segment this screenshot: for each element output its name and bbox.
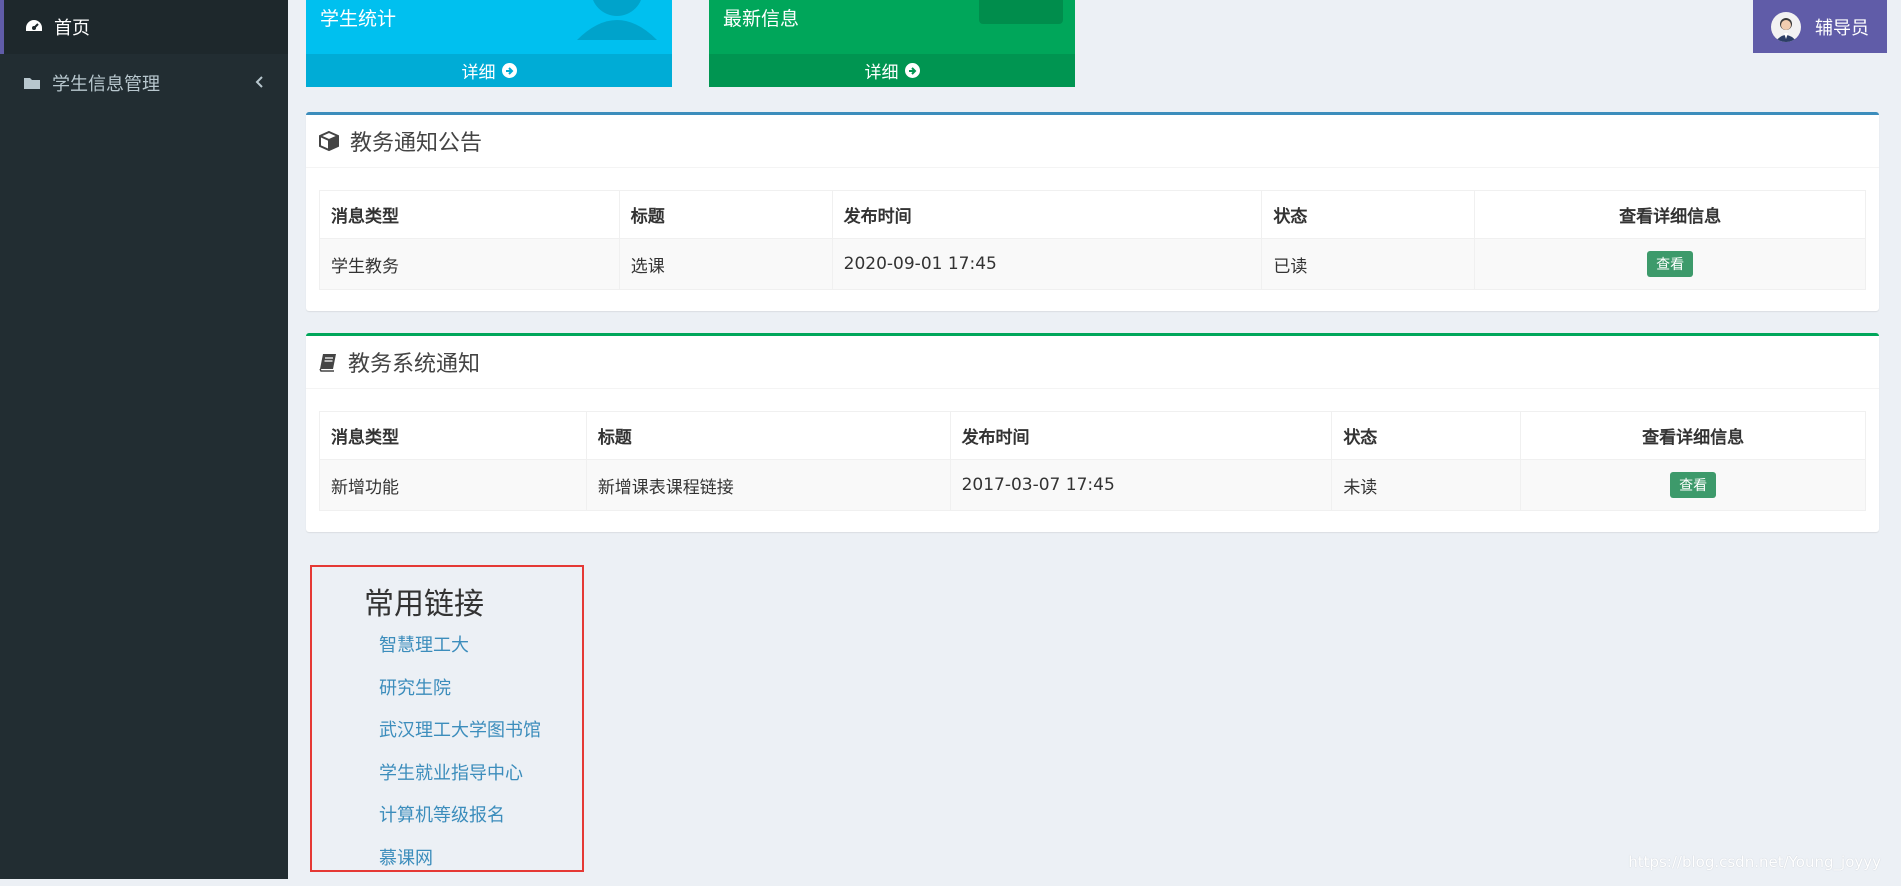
table-header-row: 消息类型 标题 发布时间 状态 查看详细信息 bbox=[320, 412, 1866, 460]
table-header-row: 消息类型 标题 发布时间 状态 查看详细信息 bbox=[320, 191, 1866, 239]
common-links: 常用链接 智慧理工大 研究生院 武汉理工大学图书馆 学生就业指导中心 计算机等级… bbox=[310, 565, 584, 872]
cell-status: 未读 bbox=[1332, 460, 1521, 511]
cell-action: 查看 bbox=[1521, 460, 1866, 511]
stat-box-students: 学生统计 详细 bbox=[306, 0, 672, 87]
user-name: 辅导员 bbox=[1815, 14, 1869, 40]
table-row: 学生教务 选课 2020-09-01 17:45 已读 查看 bbox=[320, 239, 1866, 290]
cell-title: 选课 bbox=[619, 239, 832, 290]
cell-type: 学生教务 bbox=[320, 239, 620, 290]
view-button[interactable]: 查看 bbox=[1647, 251, 1693, 277]
arrow-circle-right-icon bbox=[905, 63, 920, 78]
link-item[interactable]: 计算机等级报名 bbox=[379, 801, 541, 844]
cell-time: 2020-09-01 17:45 bbox=[832, 239, 1262, 290]
link-item[interactable]: 研究生院 bbox=[379, 674, 541, 717]
column-header: 消息类型 bbox=[320, 412, 587, 460]
system-panel: 教务系统通知 消息类型 标题 发布时间 状态 查看详细信息 新增功能 新增课表课… bbox=[306, 333, 1879, 532]
cube-icon bbox=[318, 130, 340, 152]
panel-title: 教务通知公告 bbox=[350, 125, 482, 157]
sidebar-item-label: 首页 bbox=[54, 14, 90, 40]
column-header: 消息类型 bbox=[320, 191, 620, 239]
panel-title: 教务系统通知 bbox=[348, 346, 480, 378]
stat-box-detail-link[interactable]: 详细 bbox=[306, 54, 672, 87]
stat-box-title: 最新信息 bbox=[723, 4, 799, 31]
link-item[interactable]: 慕课网 bbox=[379, 844, 541, 886]
sidebar-item-student-info[interactable]: 学生信息管理 bbox=[0, 56, 288, 110]
envelope-icon bbox=[969, 0, 1069, 30]
column-header: 状态 bbox=[1262, 191, 1475, 239]
column-header: 发布时间 bbox=[832, 191, 1262, 239]
dashboard-icon bbox=[22, 19, 46, 35]
column-header: 发布时间 bbox=[950, 412, 1332, 460]
cell-type: 新增功能 bbox=[320, 460, 587, 511]
folder-icon bbox=[20, 76, 44, 90]
stat-box-title: 学生统计 bbox=[320, 4, 396, 31]
user-icon bbox=[572, 0, 662, 44]
stat-box-latest: 最新信息 详细 bbox=[709, 0, 1075, 87]
book-icon bbox=[318, 352, 338, 372]
link-item[interactable]: 武汉理工大学图书馆 bbox=[379, 716, 541, 759]
column-header: 查看详细信息 bbox=[1475, 191, 1866, 239]
avatar bbox=[1771, 12, 1801, 42]
view-button[interactable]: 查看 bbox=[1670, 472, 1716, 498]
watermark: https://blog.csdn.net/Young_joyyy bbox=[1628, 853, 1881, 871]
column-header: 标题 bbox=[619, 191, 832, 239]
system-table: 消息类型 标题 发布时间 状态 查看详细信息 新增功能 新增课表课程链接 201… bbox=[319, 411, 1866, 511]
sidebar-item-home[interactable]: 首页 bbox=[0, 0, 288, 54]
user-menu[interactable]: 辅导员 bbox=[1753, 0, 1887, 53]
cell-status: 已读 bbox=[1262, 239, 1475, 290]
stat-box-detail-link[interactable]: 详细 bbox=[709, 54, 1075, 87]
link-item[interactable]: 学生就业指导中心 bbox=[379, 759, 541, 802]
arrow-circle-right-icon bbox=[502, 63, 517, 78]
table-row: 新增功能 新增课表课程链接 2017-03-07 17:45 未读 查看 bbox=[320, 460, 1866, 511]
notice-panel: 教务通知公告 消息类型 标题 发布时间 状态 查看详细信息 学生教务 选课 20… bbox=[306, 112, 1879, 311]
cell-time: 2017-03-07 17:45 bbox=[950, 460, 1332, 511]
notice-panel-header: 教务通知公告 bbox=[306, 115, 1879, 168]
notice-table: 消息类型 标题 发布时间 状态 查看详细信息 学生教务 选课 2020-09-0… bbox=[319, 190, 1866, 290]
column-header: 查看详细信息 bbox=[1521, 412, 1866, 460]
column-header: 状态 bbox=[1332, 412, 1521, 460]
link-item[interactable]: 智慧理工大 bbox=[379, 631, 541, 674]
detail-label: 详细 bbox=[462, 58, 496, 83]
column-header: 标题 bbox=[586, 412, 950, 460]
detail-label: 详细 bbox=[865, 58, 899, 83]
sidebar-item-label: 学生信息管理 bbox=[52, 70, 160, 96]
links-list: 智慧理工大 研究生院 武汉理工大学图书馆 学生就业指导中心 计算机等级报名 慕课… bbox=[379, 631, 541, 886]
cell-action: 查看 bbox=[1475, 239, 1866, 290]
sidebar: 首页 学生信息管理 bbox=[0, 0, 288, 879]
chevron-left-icon bbox=[254, 73, 264, 94]
system-panel-header: 教务系统通知 bbox=[306, 336, 1879, 389]
links-title: 常用链接 bbox=[364, 579, 484, 623]
cell-title: 新增课表课程链接 bbox=[586, 460, 950, 511]
